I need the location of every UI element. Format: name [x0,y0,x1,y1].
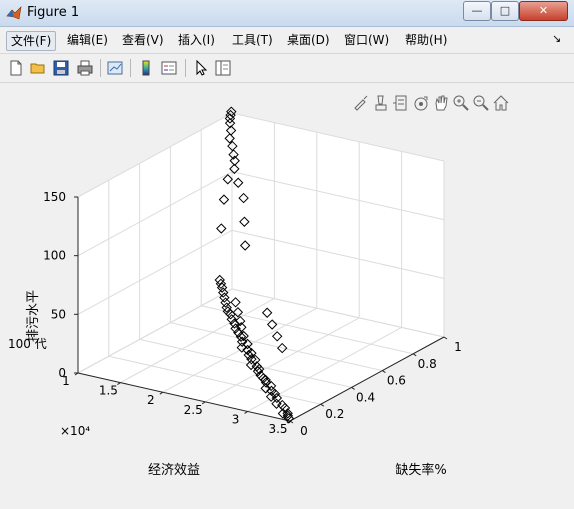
z-tick-label: 150 [43,190,66,204]
insert-legend-icon[interactable] [160,59,178,77]
figure-toolbar [0,53,574,83]
scatter3d-plot[interactable]: 11.522.533.5 00.20.40.60.81050100150 排污水平… [0,84,574,509]
annotation-text: 100 代 [8,337,47,351]
y-tick [351,386,355,390]
close-button[interactable]: ✕ [519,1,568,21]
menu-bar: 文件(F) 编辑(E) 查看(V) 插入(I) 工具(T) 桌面(D) 窗口(W… [0,28,574,52]
z-tick-label: 100 [43,249,66,263]
print-icon[interactable] [76,59,94,77]
toolbar-separator [100,59,101,77]
x-tick-label: 2.5 [184,403,203,417]
y-tick-label: 0 [300,424,308,438]
y-tick-label: 0.2 [325,407,344,421]
toolbar-separator [130,59,131,77]
minimize-button[interactable]: — [463,1,491,21]
x-tick-label: 2 [147,393,155,407]
menu-insert[interactable]: 插入(I) [174,31,219,49]
link-plot-icon[interactable] [106,59,124,77]
menu-file[interactable]: 文件(F) [6,31,57,51]
z-axis-label: 排污水平 [26,290,41,342]
title-bar: Figure 1 — □ ✕ [0,0,574,27]
menu-tools[interactable]: 工具(T) [228,31,277,49]
x-tick [159,391,164,395]
y-tick-label: 0.8 [418,357,437,371]
x-tick-label: 3.5 [268,422,287,436]
x-axis-label: 经济效益 [148,463,200,478]
y-tick-label: 0.4 [356,390,375,404]
y-tick-label: 1 [454,340,462,354]
save-icon[interactable] [52,59,70,77]
y-tick [412,353,417,357]
select-arrow-icon[interactable] [192,59,210,77]
menu-window[interactable]: 窗口(W) [340,31,393,49]
z-tick-label: 50 [51,307,66,321]
dock-arrow-icon[interactable]: ↘ [552,32,561,45]
y-tick-label: 0.6 [387,374,406,388]
toolbar-separator [185,59,186,77]
z-tick-label: 0 [58,366,66,380]
y-tick [443,336,448,340]
open-file-icon[interactable] [29,59,47,77]
x-tick-label: 1.5 [99,384,118,398]
new-figure-icon[interactable] [7,59,25,77]
y-tick [320,403,325,407]
y-tick [382,370,386,374]
menu-help[interactable]: 帮助(H) [401,31,451,49]
y-axis-label: 缺失率% [395,462,446,478]
menu-edit[interactable]: 编辑(E) [63,31,112,49]
insert-colorbar-icon[interactable] [137,59,155,77]
property-inspector-icon[interactable] [214,59,232,77]
x-exponent-label: ×10⁴ [60,424,90,438]
menu-view[interactable]: 查看(V) [118,31,168,49]
window-title: Figure 1 [27,5,80,20]
menu-desktop[interactable]: 桌面(D) [283,31,334,49]
matlab-logo-icon [6,6,22,20]
maximize-button[interactable]: □ [491,1,519,21]
x-tick-label: 3 [232,412,240,426]
x-tick [244,410,248,414]
